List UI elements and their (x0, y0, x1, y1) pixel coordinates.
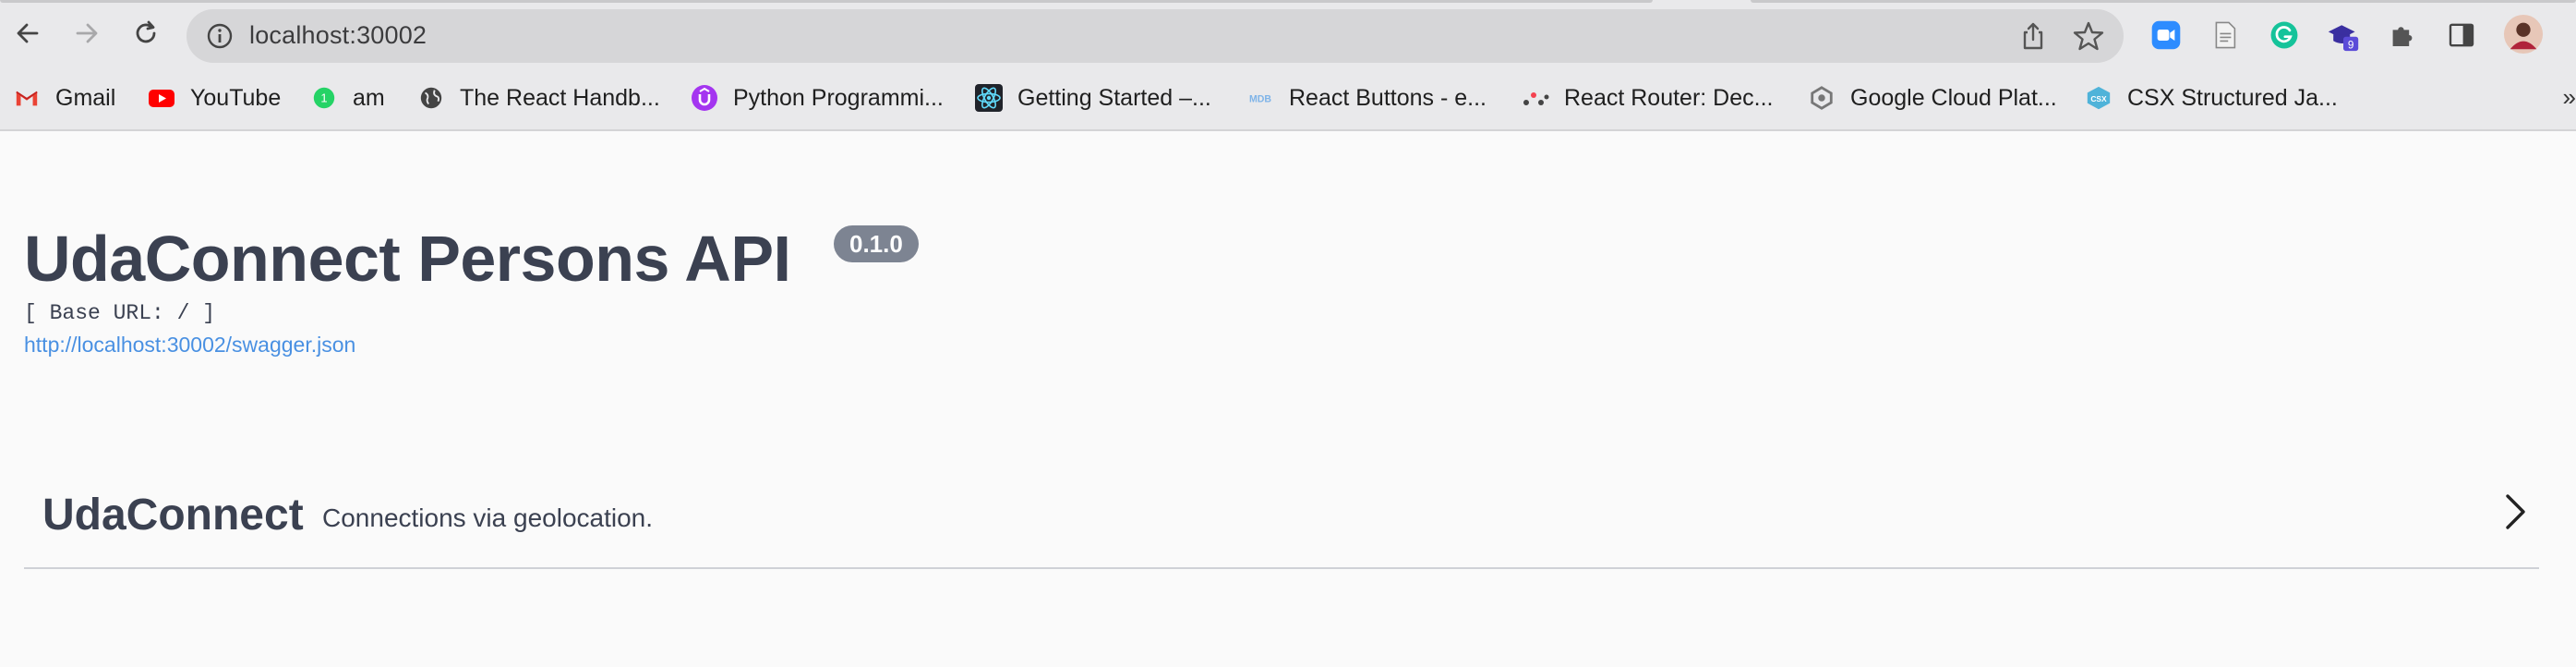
tab-strip-edge (0, 0, 2576, 3)
base-url: [ Base URL: / ] (24, 301, 216, 325)
forward-arrow-icon (76, 23, 98, 43)
bookmark-google-cloud[interactable]: Google Cloud Plat... (1808, 79, 2057, 116)
svg-text:1: 1 (320, 91, 327, 105)
page-title: UdaConnect Persons API (24, 223, 791, 295)
swagger-json-link[interactable]: http://localhost:30002/swagger.json (24, 333, 355, 358)
bookmark-react-router[interactable]: React Router: Dec... (1522, 79, 1773, 116)
bookmark-gmail[interactable]: Gmail (13, 79, 115, 116)
extensions-puzzle-icon[interactable] (2384, 17, 2421, 54)
zoom-extension-icon[interactable] (2148, 17, 2185, 54)
tag-name: UdaConnect (42, 491, 304, 540)
bookmark-csx-structured[interactable]: CSX CSX Structured Ja... (2085, 79, 2338, 116)
svg-text:MDB: MDB (1249, 93, 1271, 104)
whatsapp-icon: 1 (310, 84, 338, 112)
react-router-icon (1522, 84, 1549, 112)
document-extension-icon[interactable] (2207, 17, 2244, 54)
youtube-icon (148, 84, 175, 112)
address-bar[interactable]: localhost:30002 (187, 9, 2124, 63)
bookmark-react-handbook[interactable]: The React Handb... (417, 79, 660, 116)
csx-icon: CSX (2085, 84, 2113, 112)
url-text[interactable]: localhost:30002 (249, 21, 427, 50)
version-badge: 0.1.0 (834, 225, 919, 262)
extension-badge: 9 (2348, 39, 2354, 51)
udemy-icon (691, 84, 718, 112)
mdb-icon: MDB (1246, 84, 1274, 112)
browser-toolbar: localhost:30002 9 (0, 0, 2576, 70)
forward-button[interactable] (66, 13, 107, 54)
globe-icon (417, 84, 445, 112)
reload-icon (136, 20, 156, 43)
back-button[interactable] (7, 13, 48, 54)
react-icon (975, 84, 1003, 112)
share-icon[interactable] (2016, 19, 2050, 53)
grammarly-extension-icon[interactable] (2266, 17, 2303, 54)
bookmark-python-programming[interactable]: Python Programmi... (691, 79, 944, 116)
bookmark-star-icon[interactable] (2072, 19, 2105, 53)
bookmarks-bar: Gmail YouTube 1 am The React Handb... Py… (0, 70, 2576, 131)
tag-section-udaconnect[interactable]: UdaConnect Connections via geolocation. (24, 470, 2539, 569)
profile-avatar[interactable] (2502, 13, 2545, 55)
bookmark-react-buttons[interactable]: MDB React Buttons - e... (1246, 79, 1487, 116)
reload-button[interactable] (126, 13, 166, 54)
bookmark-am[interactable]: 1 am (310, 79, 385, 116)
swagger-page: UdaConnect Persons API 0.1.0 [ Base URL:… (0, 133, 2576, 667)
chevron-right-icon[interactable] (2498, 491, 2532, 533)
google-cloud-icon (1808, 84, 1836, 112)
bookmark-youtube[interactable]: YouTube (148, 79, 281, 116)
side-panel-icon[interactable] (2443, 17, 2480, 54)
site-info-icon[interactable] (205, 21, 235, 51)
bookmarks-overflow-chevron-icon[interactable]: » (2563, 83, 2576, 112)
bookmark-getting-started[interactable]: Getting Started –... (975, 79, 1211, 116)
svg-text:CSX: CSX (2090, 94, 2107, 103)
graduation-extension-icon[interactable]: 9 (2325, 17, 2362, 54)
tag-description: Connections via geolocation. (322, 503, 654, 532)
back-arrow-icon (17, 23, 39, 43)
gmail-icon (13, 84, 41, 112)
